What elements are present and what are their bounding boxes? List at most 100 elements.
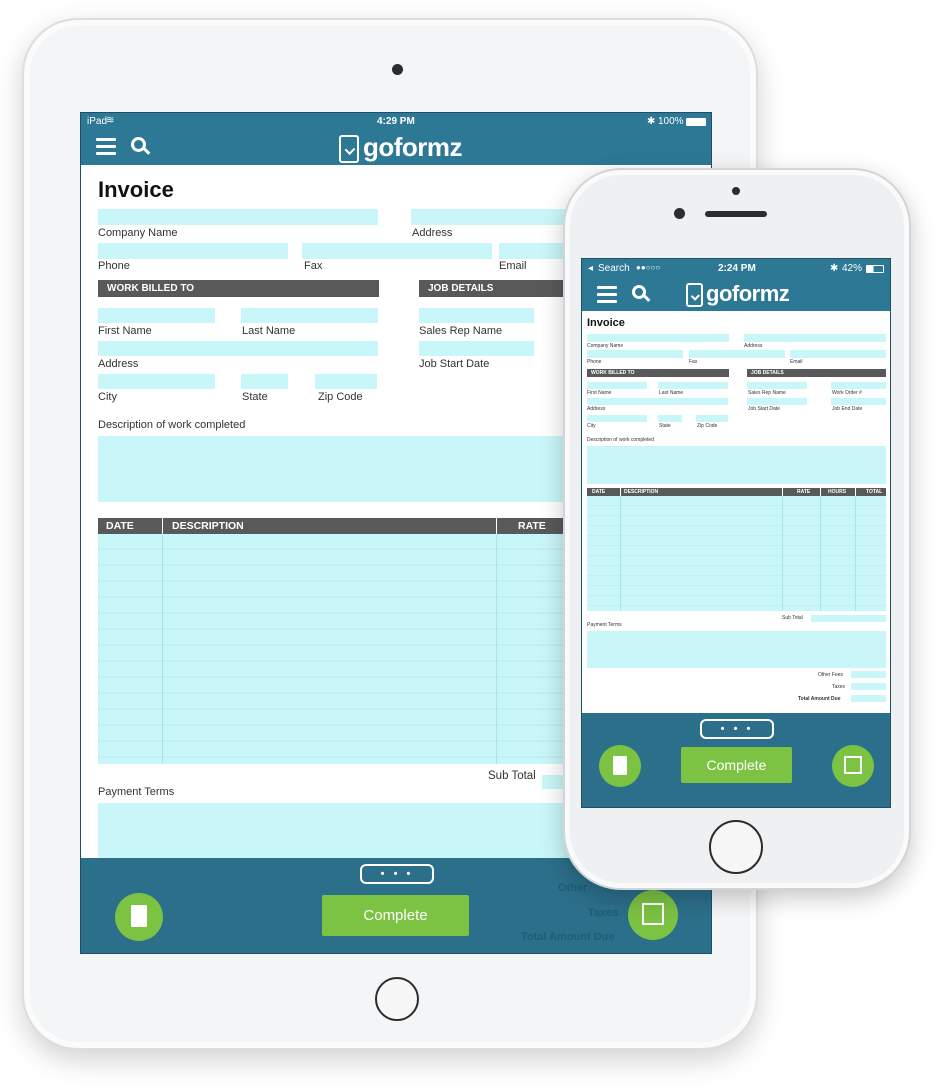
job-start-field[interactable]: [419, 341, 534, 356]
email-label: Email: [499, 260, 527, 272]
fax-field[interactable]: [689, 350, 785, 358]
phone-status-battery: 42%: [842, 263, 863, 274]
ipad-camera: [392, 64, 403, 75]
bluetooth-icon: ✱: [647, 116, 656, 127]
iphone-sensor: [732, 187, 740, 195]
last-name-field[interactable]: [241, 308, 378, 323]
description-field[interactable]: [98, 436, 573, 502]
email-field[interactable]: [790, 350, 886, 358]
ipad-status-device: iPad: [87, 116, 108, 127]
address2-label: Address: [98, 358, 139, 370]
col-description: DESCRIPTION: [624, 489, 659, 495]
taxes-label: Taxes: [832, 684, 846, 690]
company-name-field[interactable]: [98, 209, 378, 225]
form-title: Invoice: [587, 317, 625, 329]
col-date: DATE: [106, 520, 134, 532]
first-name-field[interactable]: [98, 308, 215, 323]
complete-button[interactable]: Complete: [681, 747, 792, 783]
payment-terms-field[interactable]: [587, 631, 886, 668]
state-field[interactable]: [658, 415, 682, 422]
more-options-button[interactable]: • • •: [700, 719, 774, 739]
payment-terms-label: Payment Terms: [587, 622, 622, 628]
sales-rep-field[interactable]: [747, 382, 807, 389]
address2-label: Address: [587, 406, 606, 412]
job-start-field[interactable]: [747, 398, 807, 405]
job-details-section: JOB DETAILS: [747, 369, 886, 377]
description-field[interactable]: [587, 446, 886, 484]
col-rate: RATE: [518, 520, 546, 532]
goformz-logo: goformz: [339, 132, 463, 164]
ipad-home-button[interactable]: [375, 977, 419, 1021]
payment-terms-field[interactable]: [98, 803, 573, 863]
company-name-field[interactable]: [587, 334, 729, 342]
grid-view-button[interactable]: [832, 745, 874, 787]
document-icon: [613, 756, 627, 775]
address-field[interactable]: [744, 334, 886, 342]
city-field[interactable]: [587, 415, 647, 422]
job-start-label: Job Start Date: [748, 406, 780, 412]
menu-icon[interactable]: [96, 138, 116, 155]
sales-rep-field[interactable]: [419, 308, 534, 323]
first-name-label: First Name: [587, 390, 612, 396]
taxes-field[interactable]: [851, 683, 886, 690]
job-details-section: JOB DETAILS: [419, 280, 569, 297]
col-rate: RATE: [797, 489, 811, 495]
zip-field[interactable]: [696, 415, 728, 422]
iphone-camera: [674, 208, 685, 219]
total-due-field[interactable]: [851, 695, 886, 702]
company-name-label: Company Name: [587, 343, 624, 349]
work-order-label: Work Order #: [832, 390, 862, 396]
job-end-label: Job End Date: [832, 406, 863, 412]
back-icon[interactable]: ◂: [588, 263, 593, 274]
menu-icon[interactable]: [597, 286, 617, 303]
first-name-field[interactable]: [587, 382, 647, 389]
last-name-label: Last Name: [242, 325, 296, 337]
phone-signal: ●●○○○: [636, 263, 661, 272]
more-options-button[interactable]: • • •: [360, 864, 434, 884]
address2-field[interactable]: [587, 398, 728, 405]
grid-icon: [844, 756, 862, 774]
address-field[interactable]: [411, 209, 571, 225]
search-icon[interactable]: [131, 137, 146, 152]
form-document-button[interactable]: [599, 745, 641, 787]
work-order-field[interactable]: [831, 382, 886, 389]
complete-button[interactable]: Complete: [322, 895, 469, 936]
fax-label: Fax: [304, 260, 323, 272]
phone-field[interactable]: [98, 243, 288, 259]
phone-status-carrier: Search: [598, 263, 630, 274]
payment-terms-label: Payment Terms: [98, 786, 175, 798]
items-table-body[interactable]: [98, 534, 573, 764]
zip-label: Zip Code: [697, 423, 718, 429]
other-fees-field[interactable]: [851, 671, 886, 678]
last-name-field[interactable]: [658, 382, 728, 389]
grid-view-button[interactable]: [628, 890, 678, 940]
company-name-label: Company Name: [98, 227, 178, 239]
items-table-header: DATE DESCRIPTION RATE HOURS TOTAL: [587, 488, 886, 496]
address2-field[interactable]: [98, 341, 378, 356]
sub-total-label: Sub Total: [488, 770, 536, 782]
city-field[interactable]: [98, 374, 215, 389]
col-hours: HOURS: [828, 489, 847, 495]
col-description: DESCRIPTION: [172, 520, 244, 532]
email-label: Email: [790, 359, 803, 365]
sub-total-field[interactable]: [811, 615, 886, 622]
address-label: Address: [744, 343, 763, 349]
state-field[interactable]: [241, 374, 288, 389]
total-due-label: Total Amount Due: [798, 696, 841, 702]
search-icon[interactable]: [632, 285, 646, 299]
iphone-home-button[interactable]: [709, 820, 763, 874]
zip-field[interactable]: [315, 374, 377, 389]
form-document-button[interactable]: [115, 893, 163, 941]
ipad-status-battery: 100%: [658, 116, 684, 127]
city-label: City: [587, 423, 596, 429]
job-end-field[interactable]: [831, 398, 886, 405]
wifi-icon: ≋: [106, 115, 115, 126]
description-label: Description of work completed: [587, 437, 654, 443]
city-label: City: [98, 391, 117, 403]
phone-field[interactable]: [587, 350, 683, 358]
email-field[interactable]: [499, 243, 569, 259]
taxes-label: Taxes: [588, 907, 619, 919]
phone-status-time: 2:24 PM: [718, 263, 756, 274]
fax-field[interactable]: [302, 243, 492, 259]
items-table-body[interactable]: [587, 496, 886, 611]
